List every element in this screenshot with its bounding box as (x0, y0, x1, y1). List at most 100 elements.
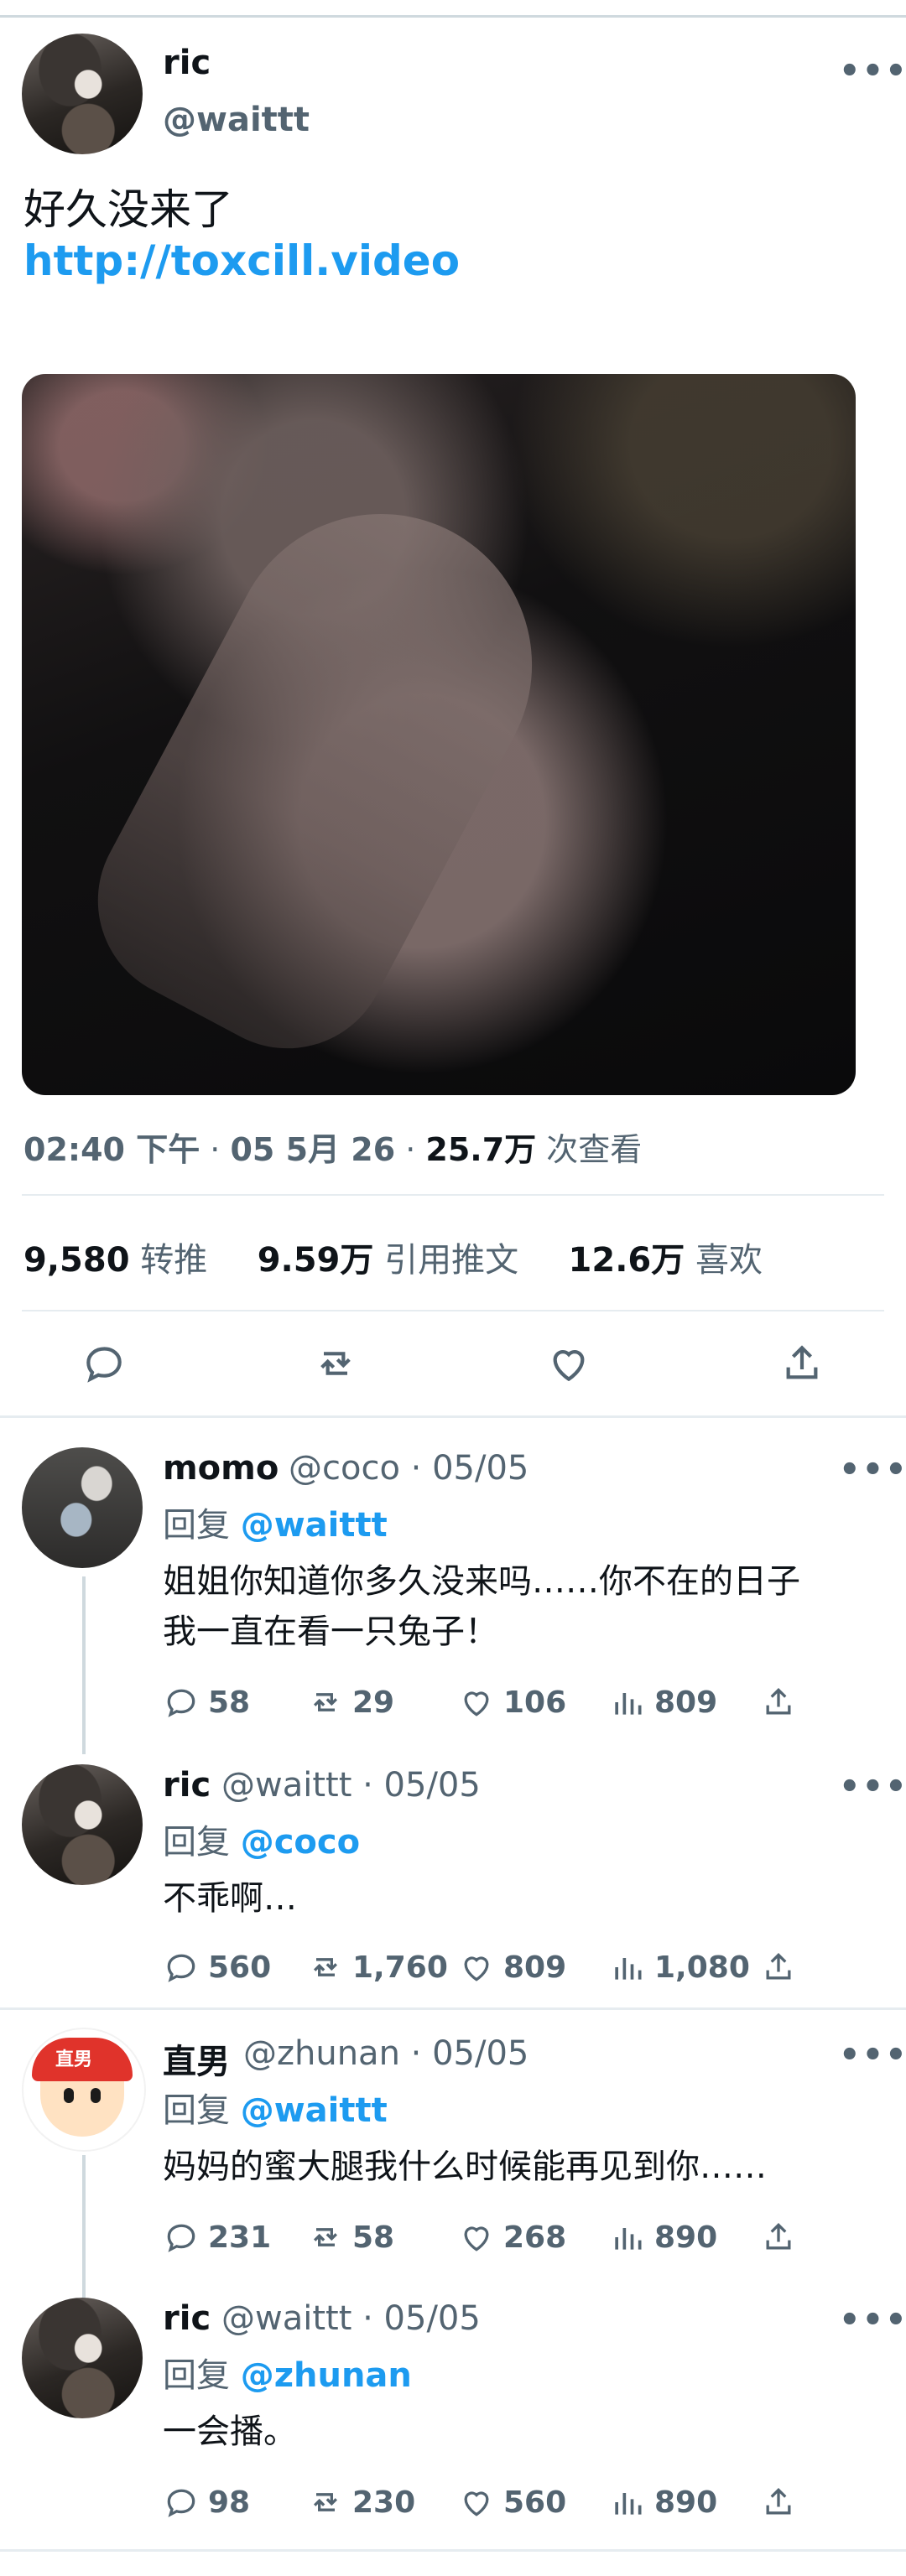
section-divider (0, 2007, 906, 2010)
retweet-icon[interactable] (312, 1340, 359, 1387)
replying-to: 回复 @waittt (163, 2083, 388, 2132)
share-button[interactable] (760, 2219, 797, 2256)
count-text: 230 (352, 2485, 416, 2520)
retweet-count[interactable]: 230 (307, 2484, 415, 2521)
reply-icon (167, 1689, 195, 1717)
reply-date: · 05/05 (410, 1449, 529, 1488)
reply-prefix: 回复 (163, 2356, 230, 2395)
reply-to-user[interactable]: @coco (241, 1823, 360, 1862)
like-icon[interactable] (545, 1340, 592, 1387)
views-count[interactable]: 890 (609, 2484, 717, 2521)
reply-date: · 05/05 (362, 1766, 481, 1805)
reply-avatar[interactable] (22, 2298, 143, 2418)
share-button[interactable] (760, 1684, 797, 1721)
retweet-count[interactable]: 1,760 (307, 1949, 448, 1986)
quote-label[interactable]: 引用推文 (384, 1241, 518, 1280)
retweet-count[interactable]: 29 (307, 1684, 394, 1721)
more-options-icon[interactable]: ••• (839, 1451, 906, 1489)
views-icon (615, 2228, 642, 2250)
count-text: 1,760 (352, 1950, 448, 1985)
reply-actions: 560 1,760 809 1,080 (163, 1949, 817, 1996)
quote-count[interactable]: 9.59万 (258, 1241, 374, 1280)
count-text: 29 (352, 1685, 395, 1720)
tweet-views: 25.7万 (425, 1131, 537, 1168)
retweet-icon (313, 2228, 338, 2246)
avatar-eye (91, 2088, 101, 2103)
reply-name[interactable]: ric (163, 2299, 211, 2338)
reply-handle-text[interactable]: @zhunan (243, 2034, 400, 2073)
views-icon (615, 1693, 642, 1715)
reply-to-user[interactable]: @waittt (241, 1506, 388, 1545)
reply-count[interactable]: 58 (163, 1684, 250, 1721)
reply-text: 不乖啊… (163, 1873, 297, 1924)
reply-to-user[interactable]: @waittt (241, 2091, 388, 2130)
retweet-count[interactable]: 9,580 (23, 1241, 130, 1280)
reply-name[interactable]: 直男 (163, 2034, 230, 2083)
like-count[interactable]: 12.6万 (569, 1241, 685, 1280)
reply-handle: @zhunan · 05/05 (243, 2034, 528, 2073)
author-avatar[interactable] (22, 34, 143, 154)
reply-name[interactable]: momo (163, 1449, 279, 1488)
reply-icon (167, 2489, 195, 2517)
like-count[interactable]: 560 (458, 2484, 566, 2521)
more-options-icon[interactable]: ••• (839, 1768, 906, 1806)
reply-handle-text[interactable]: @coco (289, 1449, 400, 1488)
reply-text: 妈妈的蜜大腿我什么时候能再见到你…… (163, 2142, 767, 2192)
share-icon[interactable] (778, 1340, 825, 1387)
reply-icon[interactable] (81, 1340, 128, 1387)
reply-avatar[interactable] (22, 1447, 143, 1568)
reply-avatar[interactable] (22, 1764, 143, 1885)
count-text: 809 (654, 1685, 718, 1720)
share-button[interactable] (760, 1949, 797, 1986)
author-handle[interactable]: @waittt (163, 101, 310, 139)
retweet-label[interactable]: 转推 (140, 1241, 207, 1280)
reply-prefix: 回复 (163, 2091, 230, 2130)
reply-actions: 231 58 268 890 (163, 2219, 817, 2266)
count-text: 890 (654, 2220, 718, 2255)
share-icon (766, 1687, 791, 1715)
replying-to: 回复 @coco (163, 1815, 360, 1863)
more-options-icon[interactable]: ••• (839, 52, 906, 91)
count-text: 560 (503, 2485, 567, 2520)
reply-handle: @waittt · 05/05 (221, 1766, 481, 1805)
reply-to-user[interactable]: @zhunan (241, 2356, 412, 2395)
tweet-photo[interactable] (22, 374, 856, 1095)
thread-line (82, 1576, 86, 1754)
reply-prefix: 回复 (163, 1823, 230, 1862)
reply-name[interactable]: ric (163, 1766, 211, 1805)
reply-avatar[interactable]: 直男 (22, 2028, 146, 2152)
more-options-icon[interactable]: ••• (839, 2036, 906, 2075)
author-name[interactable]: ric (163, 44, 211, 82)
section-divider (0, 1415, 906, 1418)
like-count[interactable]: 809 (458, 1949, 566, 1986)
avatar-eye (64, 2088, 74, 2103)
count-text: 98 (208, 2485, 251, 2520)
count-text: 58 (352, 2220, 395, 2255)
tweet-views-label: 次查看 (546, 1131, 643, 1168)
tweet-meta: 02:40 下午 · 05 5月 26 · 25.7万 次查看 (23, 1124, 642, 1170)
reply-count[interactable]: 231 (163, 2219, 271, 2256)
reply-handle: @waittt · 05/05 (221, 2299, 481, 2338)
share-button[interactable] (760, 2484, 797, 2521)
like-count[interactable]: 106 (458, 1684, 566, 1721)
views-count[interactable]: 890 (609, 2219, 717, 2256)
like-label[interactable]: 喜欢 (695, 1241, 763, 1280)
reply-actions: 98 230 560 890 (163, 2484, 817, 2531)
reply-count[interactable]: 560 (163, 1949, 271, 1986)
replying-to: 回复 @waittt (163, 1498, 388, 1546)
views-count[interactable]: 809 (609, 1684, 717, 1721)
reply-count[interactable]: 98 (163, 2484, 250, 2521)
tweet-link[interactable]: http://toxcill.video (23, 236, 460, 285)
reply-handle-text[interactable]: @waittt (221, 1766, 351, 1805)
share-icon (766, 2222, 791, 2250)
retweet-count[interactable]: 58 (307, 2219, 394, 2256)
like-count[interactable]: 268 (458, 2219, 566, 2256)
views-count[interactable]: 1,080 (609, 1949, 750, 1986)
tweet-text: 好久没来了 (23, 185, 233, 234)
count-text: 809 (503, 1950, 567, 1985)
engagement-stats: 9,580 转推 9.59万 引用推文 12.6万 喜欢 (23, 1233, 763, 1281)
more-options-icon[interactable]: ••• (839, 2301, 906, 2340)
reply-handle-text[interactable]: @waittt (221, 2299, 351, 2338)
meta-sep: · (405, 1131, 426, 1168)
divider (22, 1310, 884, 1311)
